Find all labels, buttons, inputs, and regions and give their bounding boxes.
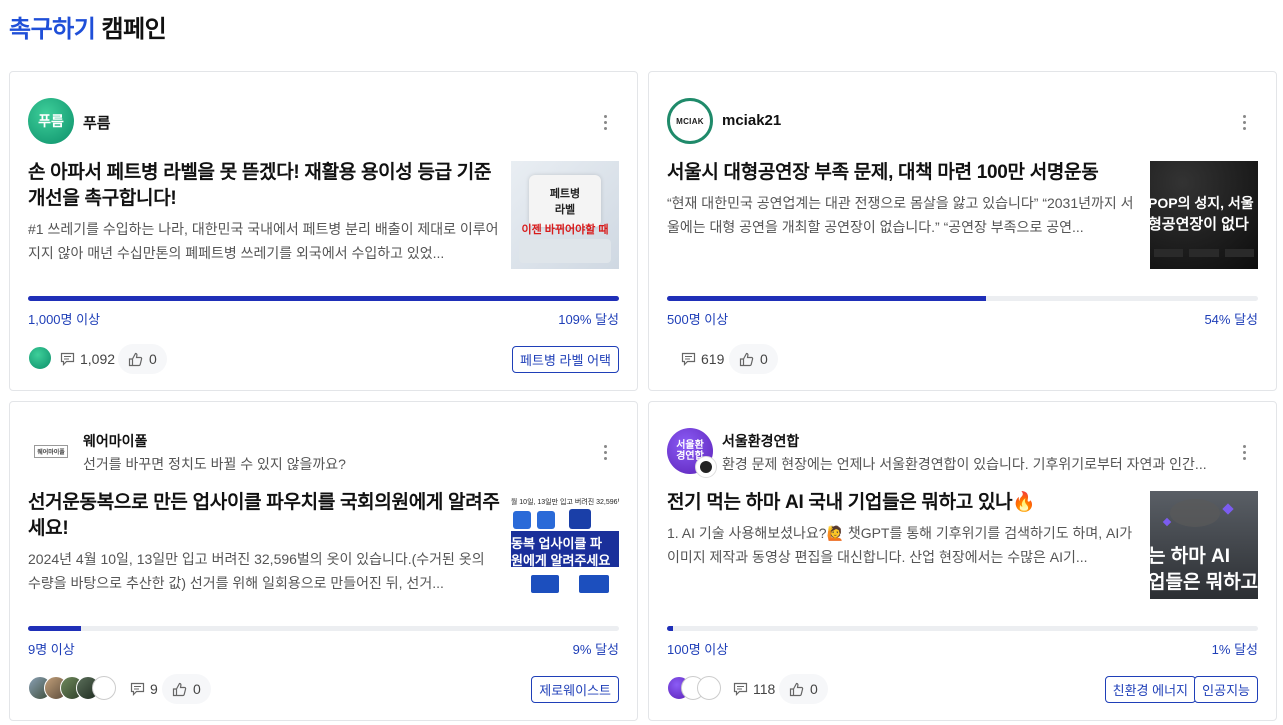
like-button[interactable]: 0 xyxy=(162,674,211,704)
campaign-tag[interactable]: 페트병 라벨 어택 xyxy=(512,346,619,373)
thumb-line: 원에게 알려주세요 xyxy=(511,553,611,568)
progress-bar xyxy=(28,296,619,301)
page-title-accent: 촉구하기 xyxy=(9,16,96,43)
card-footer: 619 0 xyxy=(667,344,1258,374)
thumb-line: 업들은 뭐하고 xyxy=(1150,572,1258,593)
campaign-tag[interactable]: 제로웨이스트 xyxy=(531,676,619,703)
thumbs-up-icon xyxy=(172,682,187,696)
comment-count-value: 619 xyxy=(701,351,725,367)
campaign-tag[interactable]: 인공지능 xyxy=(1194,676,1258,703)
campaign-tag[interactable]: 친환경 에너지 xyxy=(1104,676,1196,703)
goal-text: 500명 이상 xyxy=(667,312,729,327)
org-name[interactable]: 웨어마이폴 xyxy=(83,431,147,451)
participant-avatar xyxy=(697,676,721,700)
comment-count: 619 xyxy=(681,344,724,374)
org-description: 환경 문제 현장에는 언제나 서울환경연합이 있습니다. 기후위기로부터 자연과… xyxy=(722,456,1207,472)
card-header: 웨어마이폴 웨어마이폴 선거를 바꾸면 정치도 바뀔 수 있지 않을까요? xyxy=(28,428,619,474)
org-logo-text: 푸름 xyxy=(38,113,64,129)
more-options-icon[interactable] xyxy=(1236,112,1252,132)
progress-bar xyxy=(667,626,1258,631)
goal-text: 1,000명 이상 xyxy=(28,312,101,327)
thumbs-up-icon xyxy=(789,682,804,696)
page-title-rest: 캠페인 xyxy=(101,16,167,43)
more-options-icon[interactable] xyxy=(1236,442,1252,462)
participant-avatar xyxy=(28,346,52,370)
campaign-title[interactable]: 전기 먹는 하마 AI 국내 기업들은 뭐하고 있나🔥 xyxy=(667,490,1139,516)
comment-count: 9 xyxy=(130,674,158,704)
comment-count-value: 118 xyxy=(753,681,776,697)
thumb-line: 는 하마 AI xyxy=(1150,546,1230,567)
thumb-line: 라벨 xyxy=(554,204,576,216)
card-header: 서울환경연합 서울환경연합 환경 문제 현장에는 언제나 서울환경연합이 있습니… xyxy=(667,428,1258,478)
like-count: 0 xyxy=(193,681,201,697)
like-count: 0 xyxy=(810,681,818,697)
card-header: 푸름 푸름 xyxy=(28,98,619,144)
more-options-icon[interactable] xyxy=(597,442,613,462)
campaign-card[interactable]: 푸름 푸름 손 아파서 페트병 라벨을 못 뜯겠다! 재활용 용이성 등급 기준… xyxy=(9,71,638,391)
card-footer: 118 0 친환경 에너지 인공지능 xyxy=(667,674,1258,704)
campaign-excerpt: 1. AI 기술 사용해보셨나요?🙋 챗GPT를 통해 기후위기를 검색하기도 … xyxy=(667,525,1133,565)
thumb-line: 페트병 xyxy=(549,188,581,200)
participant-avatar xyxy=(92,676,116,700)
campaign-thumbnail[interactable]: 페트병 라벨 이젠 바뀌어야할 때 xyxy=(511,161,619,269)
comment-count: 118 xyxy=(733,674,775,704)
campaign-thumbnail[interactable]: 는 하마 AI 업들은 뭐하고 xyxy=(1150,491,1258,599)
campaign-excerpt: #1 쓰레기를 수입하는 나라, 대한민국 국내에서 페트병 분리 배출이 제대… xyxy=(28,221,499,261)
thumb-line: 형공연장이 없다 xyxy=(1150,216,1249,233)
org-avatar[interactable]: MCIAK xyxy=(667,98,713,144)
thumb-line: POP의 성지, 서울 xyxy=(1150,195,1254,211)
thumb-line: 이젠 바뀌어야할 때 xyxy=(521,224,609,236)
org-description: 선거를 바꾸면 정치도 바뀔 수 있지 않을까요? xyxy=(83,456,346,472)
progress-bar xyxy=(667,296,1258,301)
achievement-percent: 54% 달성 xyxy=(1204,312,1258,327)
campaign-card[interactable]: 서울환경연합 서울환경연합 환경 문제 현장에는 언제나 서울환경연합이 있습니… xyxy=(648,401,1277,721)
goal-text: 9명 이상 xyxy=(28,642,75,657)
thumbs-up-icon xyxy=(739,352,754,366)
campaign-card[interactable]: 웨어마이폴 웨어마이폴 선거를 바꾸면 정치도 바뀔 수 있지 않을까요? 선거… xyxy=(9,401,638,721)
card-footer: 1,092 0 페트병 라벨 어택 xyxy=(28,344,619,374)
campaign-title[interactable]: 손 아파서 페트병 라벨을 못 뜯겠다! 재활용 용이성 등급 기준 개선을 촉… xyxy=(28,160,500,212)
comment-count-value: 1,092 xyxy=(80,351,116,367)
like-button[interactable]: 0 xyxy=(118,344,167,374)
org-avatar[interactable]: 웨어마이폴 xyxy=(28,428,74,474)
achievement-percent: 109% 달성 xyxy=(558,312,619,327)
campaign-thumbnail[interactable]: POP의 성지, 서울 형공연장이 없다 xyxy=(1150,161,1258,269)
panda-badge-icon xyxy=(695,456,717,478)
comment-icon xyxy=(130,682,145,696)
like-count: 0 xyxy=(149,351,157,367)
campaign-title[interactable]: 서울시 대형공연장 부족 문제, 대책 마련 100만 서명운동 xyxy=(667,160,1139,186)
campaign-excerpt: 2024년 4월 10일, 13일만 입고 버려진 32,596벌의 옷이 있습… xyxy=(28,551,485,591)
campaign-thumbnail[interactable]: 4월 10일, 13일만 입고 버려진 32,596벌 동복 업사이클 파 원에… xyxy=(511,491,619,599)
progress-bar xyxy=(28,626,619,631)
achievement-percent: 9% 달성 xyxy=(572,642,619,657)
thumbs-up-icon xyxy=(128,352,143,366)
campaign-excerpt: “현재 대한민국 공연업계는 대관 전쟁으로 몸살을 앓고 있습니다” “203… xyxy=(667,195,1134,235)
org-avatar[interactable]: 푸름 xyxy=(28,98,74,144)
thumb-line: 4월 10일, 13일만 입고 버려진 32,596벌 xyxy=(511,499,619,506)
org-logo-text: MCIAK xyxy=(676,116,704,126)
achievement-percent: 1% 달성 xyxy=(1211,642,1258,657)
comment-icon xyxy=(733,682,748,696)
goal-text: 100명 이상 xyxy=(667,642,729,657)
campaign-card[interactable]: MCIAK mciak21 서울시 대형공연장 부족 문제, 대책 마련 100… xyxy=(648,71,1277,391)
comment-count: 1,092 xyxy=(60,344,115,374)
org-name[interactable]: mciak21 xyxy=(722,112,781,129)
card-footer: 9 0 제로웨이스트 xyxy=(28,674,619,704)
comment-icon xyxy=(681,352,696,366)
org-name[interactable]: 푸름 xyxy=(83,112,111,133)
like-count: 0 xyxy=(760,351,768,367)
card-header: MCIAK mciak21 xyxy=(667,98,1258,144)
org-logo-text: 웨어마이폴 xyxy=(34,444,68,458)
campaign-title[interactable]: 선거운동복으로 만든 업사이클 파우치를 국회의원에게 알려주세요! xyxy=(28,490,500,542)
comment-icon xyxy=(60,352,75,366)
like-button[interactable]: 0 xyxy=(779,674,828,704)
more-options-icon[interactable] xyxy=(597,112,613,132)
org-name[interactable]: 서울환경연합 xyxy=(722,431,799,451)
like-button[interactable]: 0 xyxy=(729,344,778,374)
page-title: 촉구하기 캠페인 xyxy=(9,9,167,44)
comment-count-value: 9 xyxy=(150,681,158,697)
